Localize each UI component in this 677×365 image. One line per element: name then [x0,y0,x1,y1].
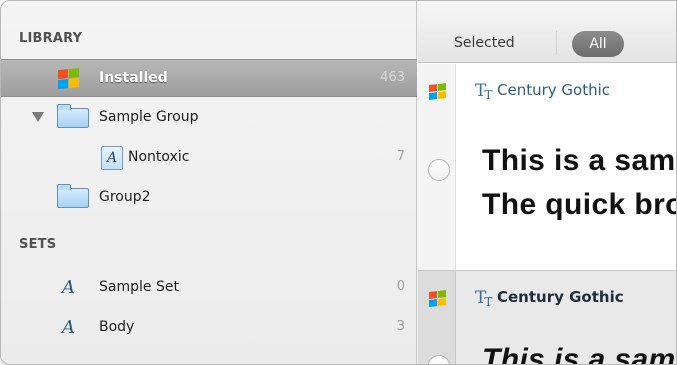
truetype-icon: TT [475,288,493,309]
windows-logo-icon [429,290,447,308]
font-manager-window: LIBRARY Installed 463 Sample Group A Non… [0,0,677,365]
filter-selected-button[interactable]: Selected [454,35,515,51]
font-set-icon: A [62,316,84,340]
windows-logo-icon [429,83,447,101]
activate-font-toggle[interactable] [428,355,450,364]
disclosure-triangle-icon[interactable] [32,112,44,122]
truetype-icon: TT [475,81,493,102]
folder-icon [57,184,89,208]
filter-all-button[interactable]: All [572,31,624,57]
font-sample-text: This is a sample [482,144,676,177]
sets-section-header: SETS [19,237,57,252]
font-preview-card[interactable]: TT Century Gothic This is a sample The q… [418,64,676,270]
sidebar-item-installed[interactable]: Installed 463 [1,59,417,97]
sidebar-item-group2[interactable]: Group2 [1,179,417,217]
sidebar-item-count: 7 [396,149,405,164]
font-sample-text: This is a sample [482,343,676,365]
windows-logo-icon [58,67,80,90]
font-list-pane: Selected All TT Century Gothic This is a… [418,1,676,365]
card-gutter [418,271,456,364]
sidebar-item-label: Sample Set [99,279,179,295]
sidebar-item-label: Installed [99,70,168,86]
activate-font-toggle[interactable] [428,159,450,181]
sidebar-item-sample-group[interactable]: Sample Group [1,99,417,137]
library-section-header: LIBRARY [19,31,83,46]
toolbar-divider [556,31,557,55]
sidebar-item-label: Nontoxic [128,149,190,165]
sidebar-item-sample-set[interactable]: A Sample Set 0 [1,269,417,307]
font-file-icon: A [101,146,123,170]
sidebar-item-count: 0 [396,279,405,294]
sidebar: LIBRARY Installed 463 Sample Group A Non… [1,1,417,364]
sidebar-item-label: Group2 [99,189,151,205]
font-set-icon: A [62,276,84,300]
font-preview-card[interactable]: TT Century Gothic This is a sample [418,270,676,365]
sidebar-item-count: 3 [396,319,405,334]
font-sample-text: The quick brown fox [482,188,676,221]
folder-icon [57,104,89,128]
sidebar-item-count: 463 [380,70,405,85]
font-name: Century Gothic [497,81,611,99]
sidebar-item-body[interactable]: A Body 3 [1,309,417,347]
card-gutter [418,64,456,270]
sidebar-item-label: Sample Group [99,109,199,125]
filter-toolbar: Selected All [418,1,676,63]
sidebar-item-nontoxic[interactable]: A Nontoxic 7 [1,139,417,177]
font-name: Century Gothic [497,288,624,306]
sidebar-item-label: Body [99,319,135,335]
